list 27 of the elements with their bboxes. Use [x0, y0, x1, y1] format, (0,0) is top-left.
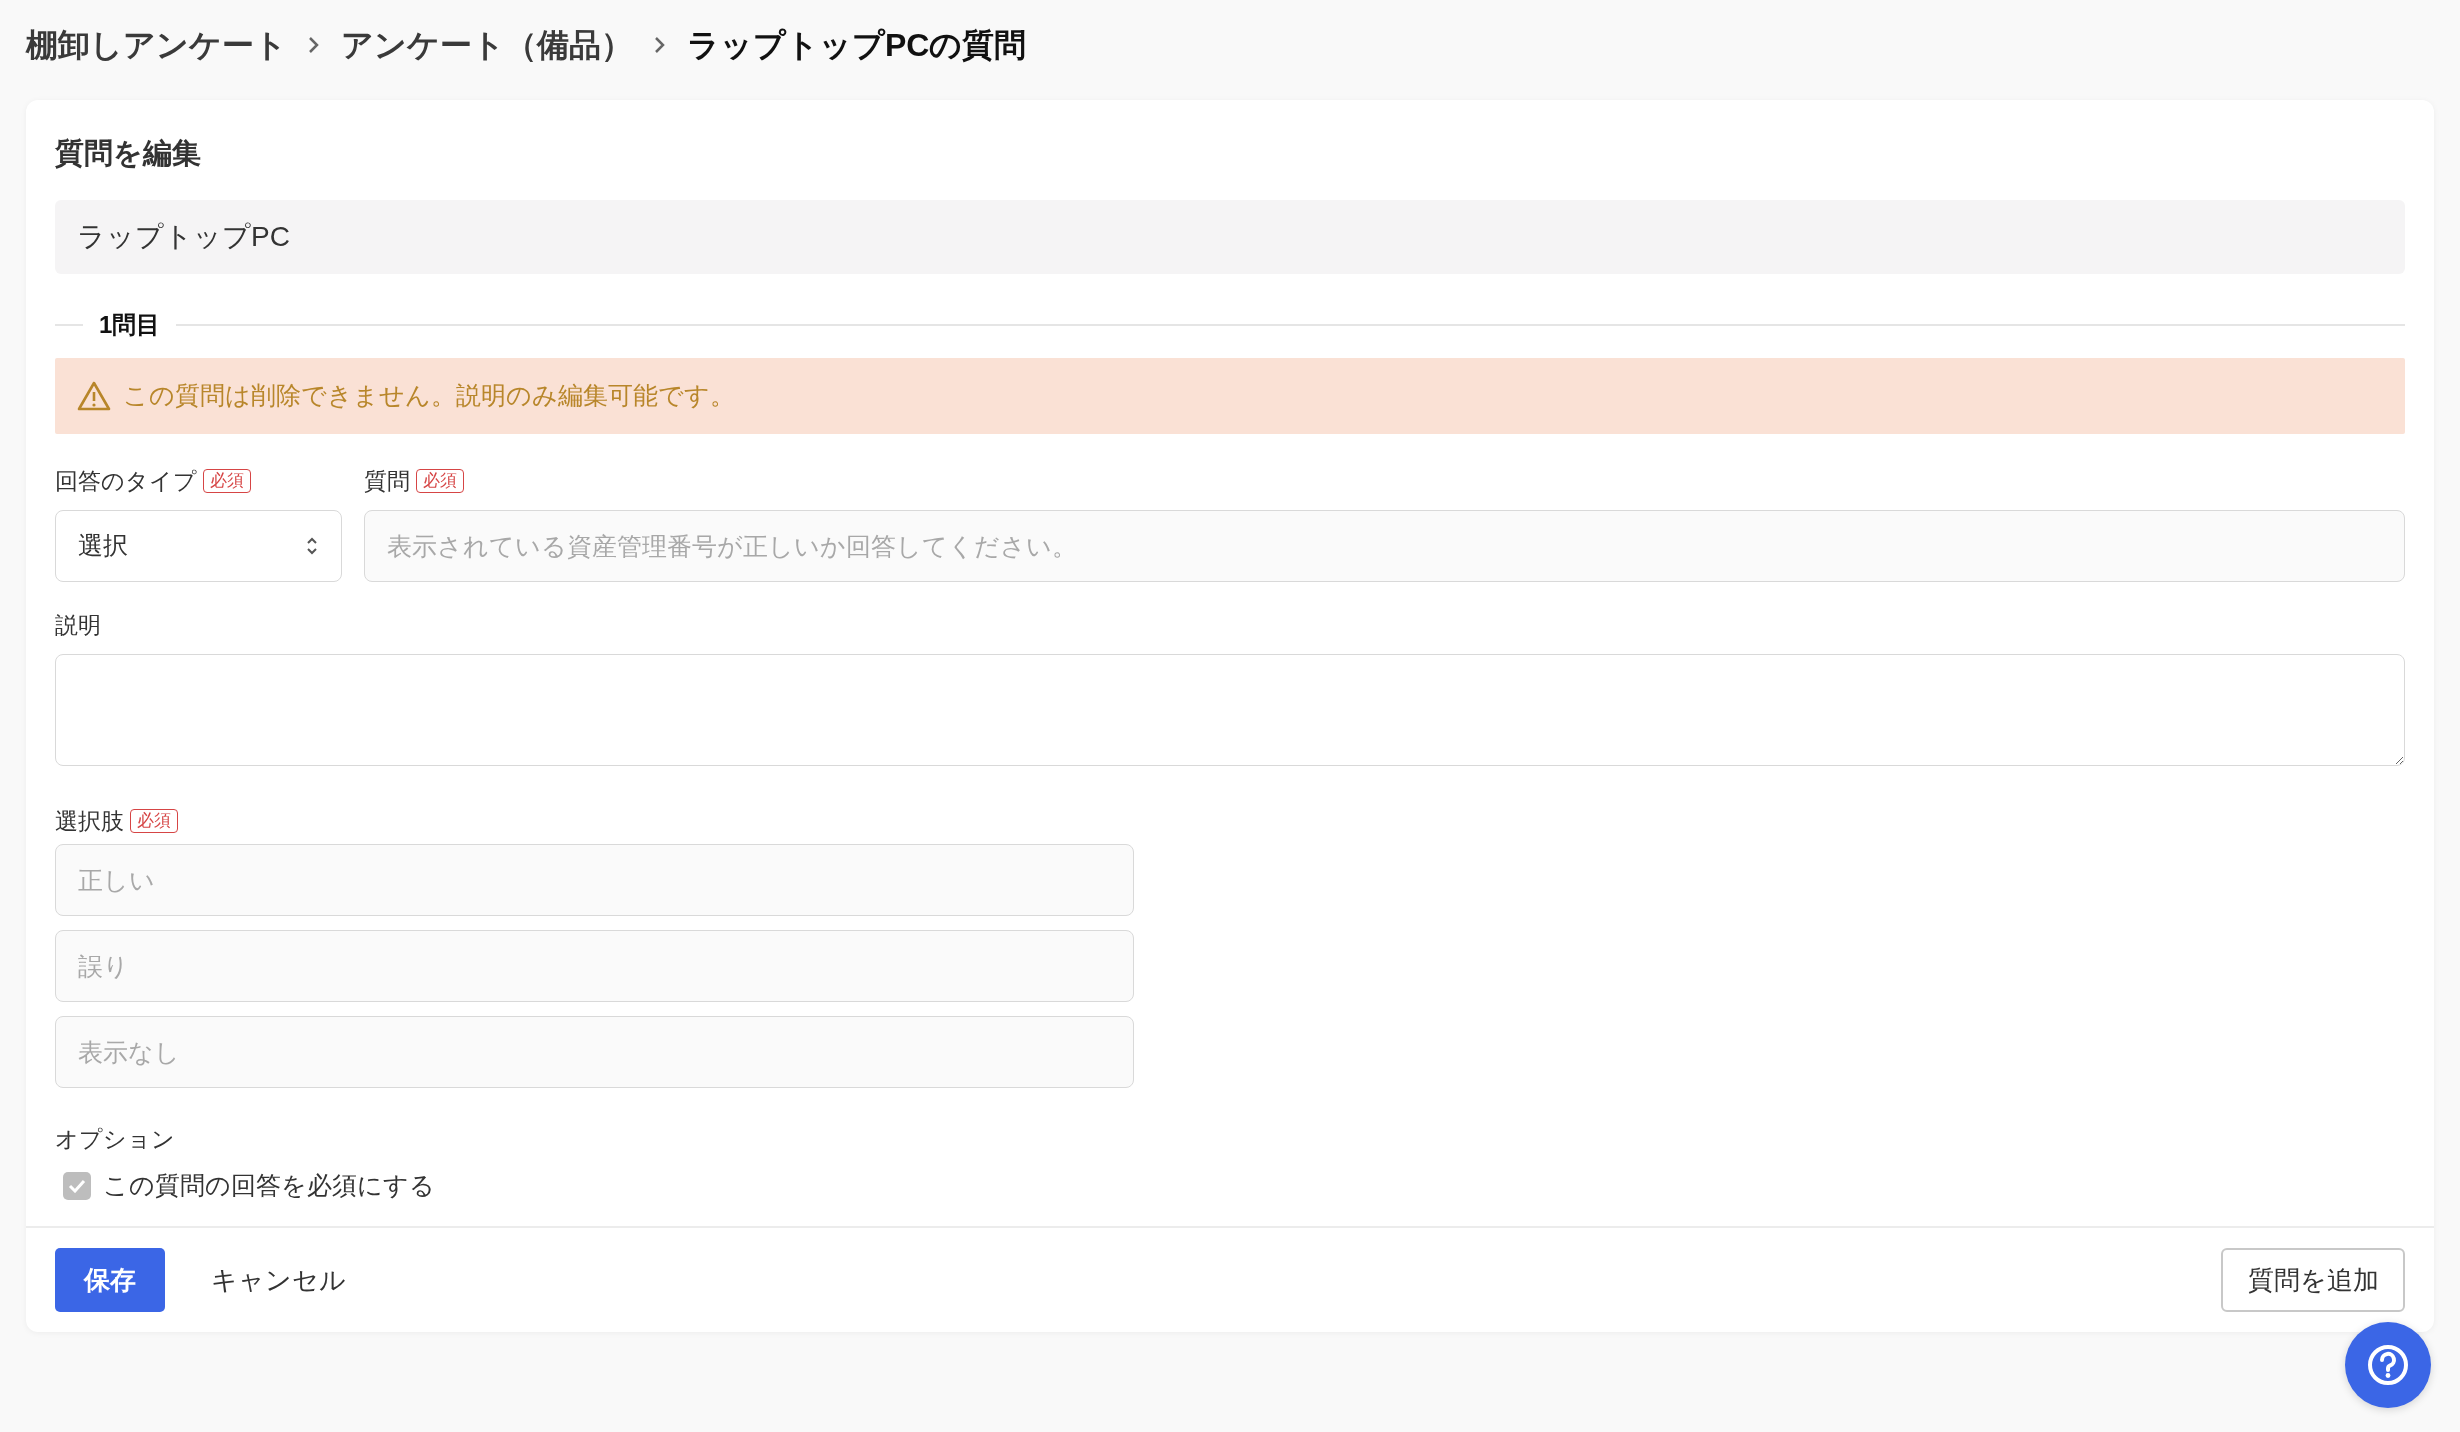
save-button[interactable]: 保存 — [55, 1248, 165, 1312]
field-label: 質問 — [364, 466, 410, 496]
required-badge: 必須 — [203, 469, 251, 493]
breadcrumb-link[interactable]: 棚卸しアンケート — [26, 21, 287, 69]
field-label: 回答のタイプ — [55, 466, 197, 496]
help-button[interactable] — [2345, 1322, 2431, 1408]
required-badge: 必須 — [130, 809, 178, 833]
card-title: 質問を編集 — [55, 136, 202, 171]
survey-name-field[interactable]: ラップトップPC — [55, 200, 2405, 274]
answer-type-select[interactable]: 選択 — [55, 510, 342, 582]
breadcrumb-link[interactable]: アンケート（備品） — [341, 21, 633, 69]
warning-icon — [77, 380, 111, 412]
chevron-right-icon — [307, 35, 321, 55]
field-label: オプション — [55, 1124, 175, 1154]
check-icon — [68, 1179, 86, 1193]
required-badge: 必須 — [416, 469, 464, 493]
field-label: 選択肢 — [55, 806, 124, 836]
breadcrumb-link[interactable]: ラップトップPCの質問 — [687, 21, 1027, 69]
cancel-button[interactable]: キャンセル — [189, 1248, 368, 1312]
add-question-button[interactable]: 質問を追加 — [2221, 1248, 2405, 1312]
description-field[interactable] — [55, 654, 2405, 766]
field-label: 説明 — [55, 610, 101, 640]
help-icon — [2366, 1343, 2410, 1387]
section-label: 1問目 — [98, 310, 162, 340]
checkbox-label: この質問の回答を必須にする — [103, 1170, 435, 1202]
alert-text: この質問は削除できません。説明のみ編集可能です。 — [123, 380, 735, 412]
chevron-right-icon — [653, 35, 667, 55]
